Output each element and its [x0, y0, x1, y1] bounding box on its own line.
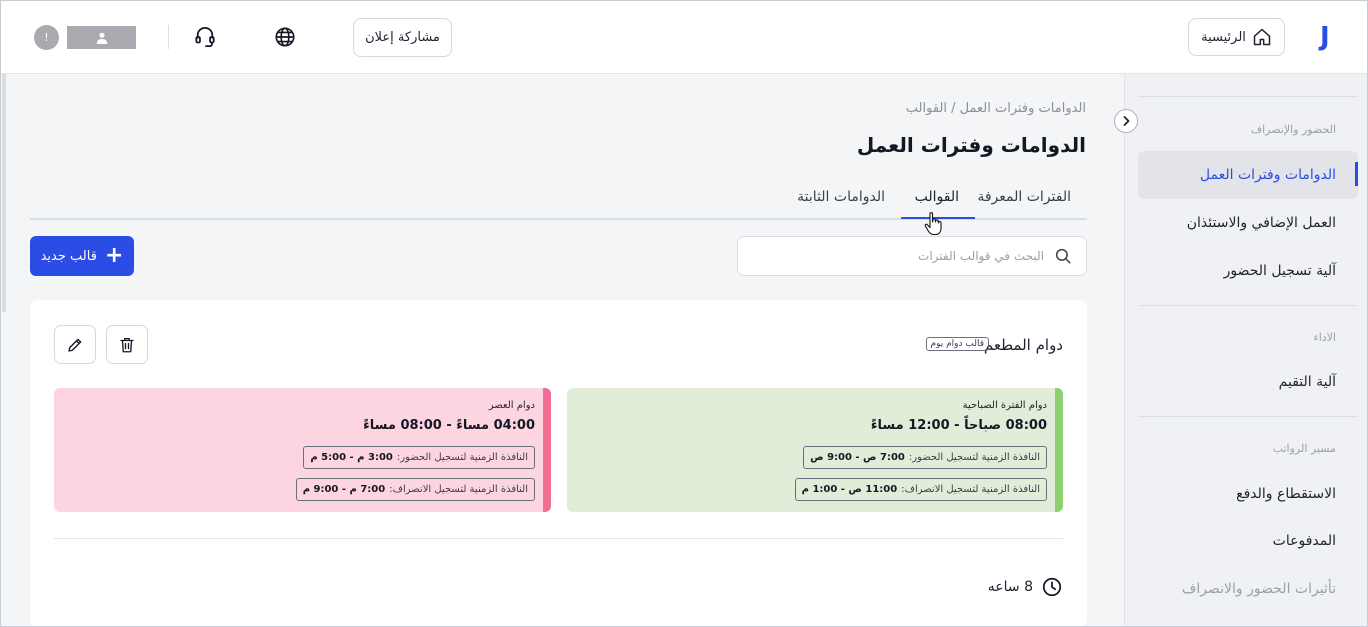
checkout-window: النافذة الزمنية لتسجيل الانصراف: 7:00 م … — [295, 478, 535, 501]
tab-defined-periods[interactable]: الفترات المعرفة — [977, 189, 1071, 205]
checkin-window-label: النافذة الزمنية لتسجيل الحضور: — [908, 452, 1040, 463]
sidebar: الحضور والإنصراف الدوامات وفترات العمل ا… — [1124, 74, 1368, 627]
template-type-badge: قالب دوام يوم — [925, 337, 989, 351]
sidebar-item-deductions[interactable]: الاستقطاع والدفع — [1236, 486, 1336, 502]
period-card-morning: دوام الفترة الصباحية 08:00 صباحاً - 12:0… — [567, 388, 1063, 512]
trash-icon — [120, 337, 134, 352]
clock-icon — [1042, 577, 1062, 597]
hand-cursor-icon — [924, 212, 942, 236]
checkout-window-label: النافذة الزمنية لتسجيل الانصراف: — [389, 484, 528, 495]
checkin-window-value: 3:00 م - 5:00 م — [310, 452, 393, 463]
home-button-label: الرئيسية — [1201, 29, 1246, 45]
sidebar-active-indicator — [1355, 162, 1358, 186]
card-divider — [54, 538, 1063, 539]
period-card-afternoon: دوام العصر 04:00 مساءً - 08:00 مساءً الن… — [54, 388, 551, 512]
checkin-window-label: النافذة الزمنية لتسجيل الحضور: — [396, 452, 528, 463]
breadcrumb[interactable]: الدوامات وفترات العمل / القوالب — [906, 101, 1086, 116]
sidebar-item-evaluation[interactable]: آلية التقيم — [1279, 374, 1336, 390]
app-logo[interactable]: J — [1320, 24, 1342, 50]
checkin-window-value: 7:00 ص - 9:00 ص — [810, 452, 905, 463]
period-time: 04:00 مساءً - 08:00 مساءً — [363, 418, 535, 433]
sidebar-item-payments[interactable]: المدفوعات — [1273, 533, 1336, 549]
sidebar-divider — [1138, 416, 1358, 417]
period-name: دوام العصر — [488, 400, 535, 411]
scrollbar[interactable] — [2, 74, 6, 312]
duration-text: 8 ساعه — [987, 579, 1033, 595]
page-title: الدوامات وفترات العمل — [856, 133, 1086, 157]
alert-badge[interactable]: ! — [34, 25, 59, 50]
sidebar-collapse-button[interactable] — [1114, 109, 1138, 133]
checkin-window: النافذة الزمنية لتسجيل الحضور: 3:00 م - … — [303, 446, 535, 469]
search-icon — [1055, 248, 1071, 264]
sidebar-item-attendance-mechanism[interactable]: آلية تسجيل الحضور — [1224, 263, 1336, 279]
period-name: دوام الفترة الصباحية — [962, 400, 1047, 411]
sidebar-divider — [1138, 96, 1358, 97]
checkout-window-value: 7:00 م - 9:00 م — [302, 484, 386, 495]
sidebar-divider — [1138, 305, 1358, 306]
tab-templates[interactable]: القوالب — [915, 189, 959, 205]
user-icon — [96, 32, 107, 44]
user-avatar[interactable] — [67, 26, 136, 49]
home-icon — [1253, 28, 1271, 46]
new-template-button[interactable]: + قالب جديد — [30, 236, 134, 276]
template-duration: 8 ساعه — [988, 576, 1063, 598]
pencil-icon — [68, 338, 82, 352]
home-button[interactable]: الرئيسية — [1188, 18, 1285, 56]
sidebar-group-attendance: الحضور والإنصراف — [1250, 123, 1336, 136]
period-time: 08:00 صباحاً - 12:00 مساءً — [870, 418, 1047, 433]
sidebar-item-attendance-effects[interactable]: تأثيرات الحضور والانصراف — [1182, 581, 1336, 597]
template-card: دوام المطعم قالب دوام يوم دوام الفترة ال… — [30, 300, 1087, 627]
period-color-bar — [543, 388, 551, 512]
template-search — [737, 236, 1087, 276]
sidebar-item-overtime[interactable]: العمل الإضافي والاستئذان — [1187, 215, 1336, 231]
support-headset-icon[interactable] — [194, 25, 216, 49]
share-announcement-button[interactable]: مشاركة إعلان — [353, 18, 452, 57]
chevron-right-icon — [1123, 116, 1130, 126]
checkin-window: النافذة الزمنية لتسجيل الحضور: 7:00 ص - … — [803, 446, 1047, 469]
plus-icon: + — [104, 243, 124, 268]
sidebar-group-performance: الاداء — [1313, 331, 1336, 344]
period-color-bar — [1055, 388, 1063, 512]
sidebar-group-payroll: مسير الرواتب — [1272, 442, 1336, 455]
globe-icon[interactable] — [274, 26, 296, 48]
sidebar-item-shifts[interactable]: الدوامات وفترات العمل — [1200, 167, 1336, 183]
checkout-window: النافذة الزمنية لتسجيل الانصراف: 11:00 ص… — [794, 478, 1047, 501]
search-input[interactable] — [754, 249, 1044, 263]
edit-template-button[interactable] — [54, 325, 96, 364]
top-bar: J الرئيسية مشاركة إعلان ! — [0, 0, 1368, 74]
checkout-window-value: 11:00 ص - 1:00 م — [801, 484, 898, 495]
tab-fixed-shifts[interactable]: الدوامات الثابتة — [797, 189, 885, 205]
checkout-window-label: النافذة الزمنية لتسجيل الانصراف: — [901, 484, 1040, 495]
template-name: دوام المطعم — [983, 336, 1063, 354]
new-template-label: قالب جديد — [40, 248, 97, 264]
delete-template-button[interactable] — [106, 325, 148, 364]
header-divider — [168, 25, 169, 49]
